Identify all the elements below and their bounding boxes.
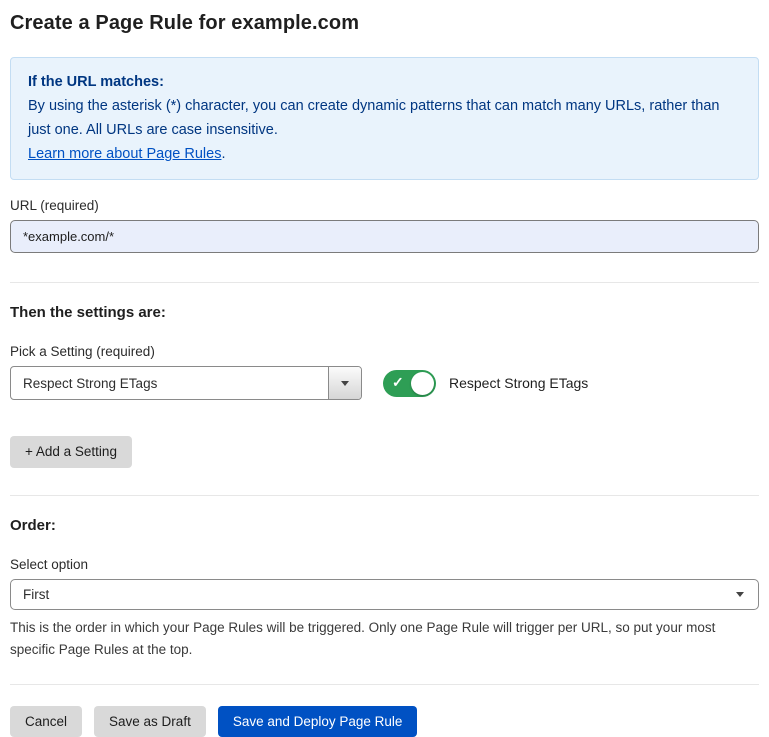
etags-toggle-group: ✓ Respect Strong ETags: [383, 370, 588, 397]
order-help-text: This is the order in which your Page Rul…: [10, 617, 755, 661]
order-select[interactable]: First: [10, 579, 759, 610]
setting-dropdown-button[interactable]: [328, 367, 361, 399]
footer-actions: Cancel Save as Draft Save and Deploy Pag…: [10, 706, 759, 737]
url-input[interactable]: [10, 220, 759, 253]
page-rules-link[interactable]: Learn more about Page Rules: [28, 146, 221, 162]
settings-heading: Then the settings are:: [10, 304, 759, 321]
etags-toggle[interactable]: ✓: [383, 370, 436, 397]
info-box-heading: If the URL matches:: [28, 70, 741, 94]
info-box-link-line: Learn more about Page Rules.: [28, 142, 741, 166]
divider: [10, 495, 759, 496]
toggle-knob: [411, 372, 434, 395]
check-icon: ✓: [392, 374, 404, 391]
page-rule-form: Create a Page Rule for example.com If th…: [0, 0, 769, 737]
page-title: Create a Page Rule for example.com: [10, 12, 759, 35]
cancel-button[interactable]: Cancel: [10, 706, 82, 737]
setting-dropdown[interactable]: Respect Strong ETags: [10, 366, 362, 400]
order-heading: Order:: [10, 517, 759, 534]
setting-row: Respect Strong ETags ✓ Respect Strong ET…: [10, 366, 759, 400]
order-select-label: Select option: [10, 557, 759, 572]
divider: [10, 282, 759, 283]
setting-picker-label: Pick a Setting (required): [10, 344, 759, 359]
toggle-label: Respect Strong ETags: [449, 375, 588, 391]
setting-dropdown-value: Respect Strong ETags: [11, 367, 328, 399]
save-draft-button[interactable]: Save as Draft: [94, 706, 206, 737]
chevron-down-icon: [341, 381, 349, 386]
link-suffix: .: [221, 146, 225, 162]
chevron-down-icon: [736, 592, 744, 597]
divider: [10, 684, 759, 685]
order-select-value: First: [23, 587, 49, 602]
add-setting-button[interactable]: + Add a Setting: [10, 436, 132, 468]
info-box-body: By using the asterisk (*) character, you…: [28, 94, 741, 142]
save-deploy-button[interactable]: Save and Deploy Page Rule: [218, 706, 418, 737]
info-box: If the URL matches: By using the asteris…: [10, 57, 759, 180]
url-label: URL (required): [10, 198, 759, 213]
